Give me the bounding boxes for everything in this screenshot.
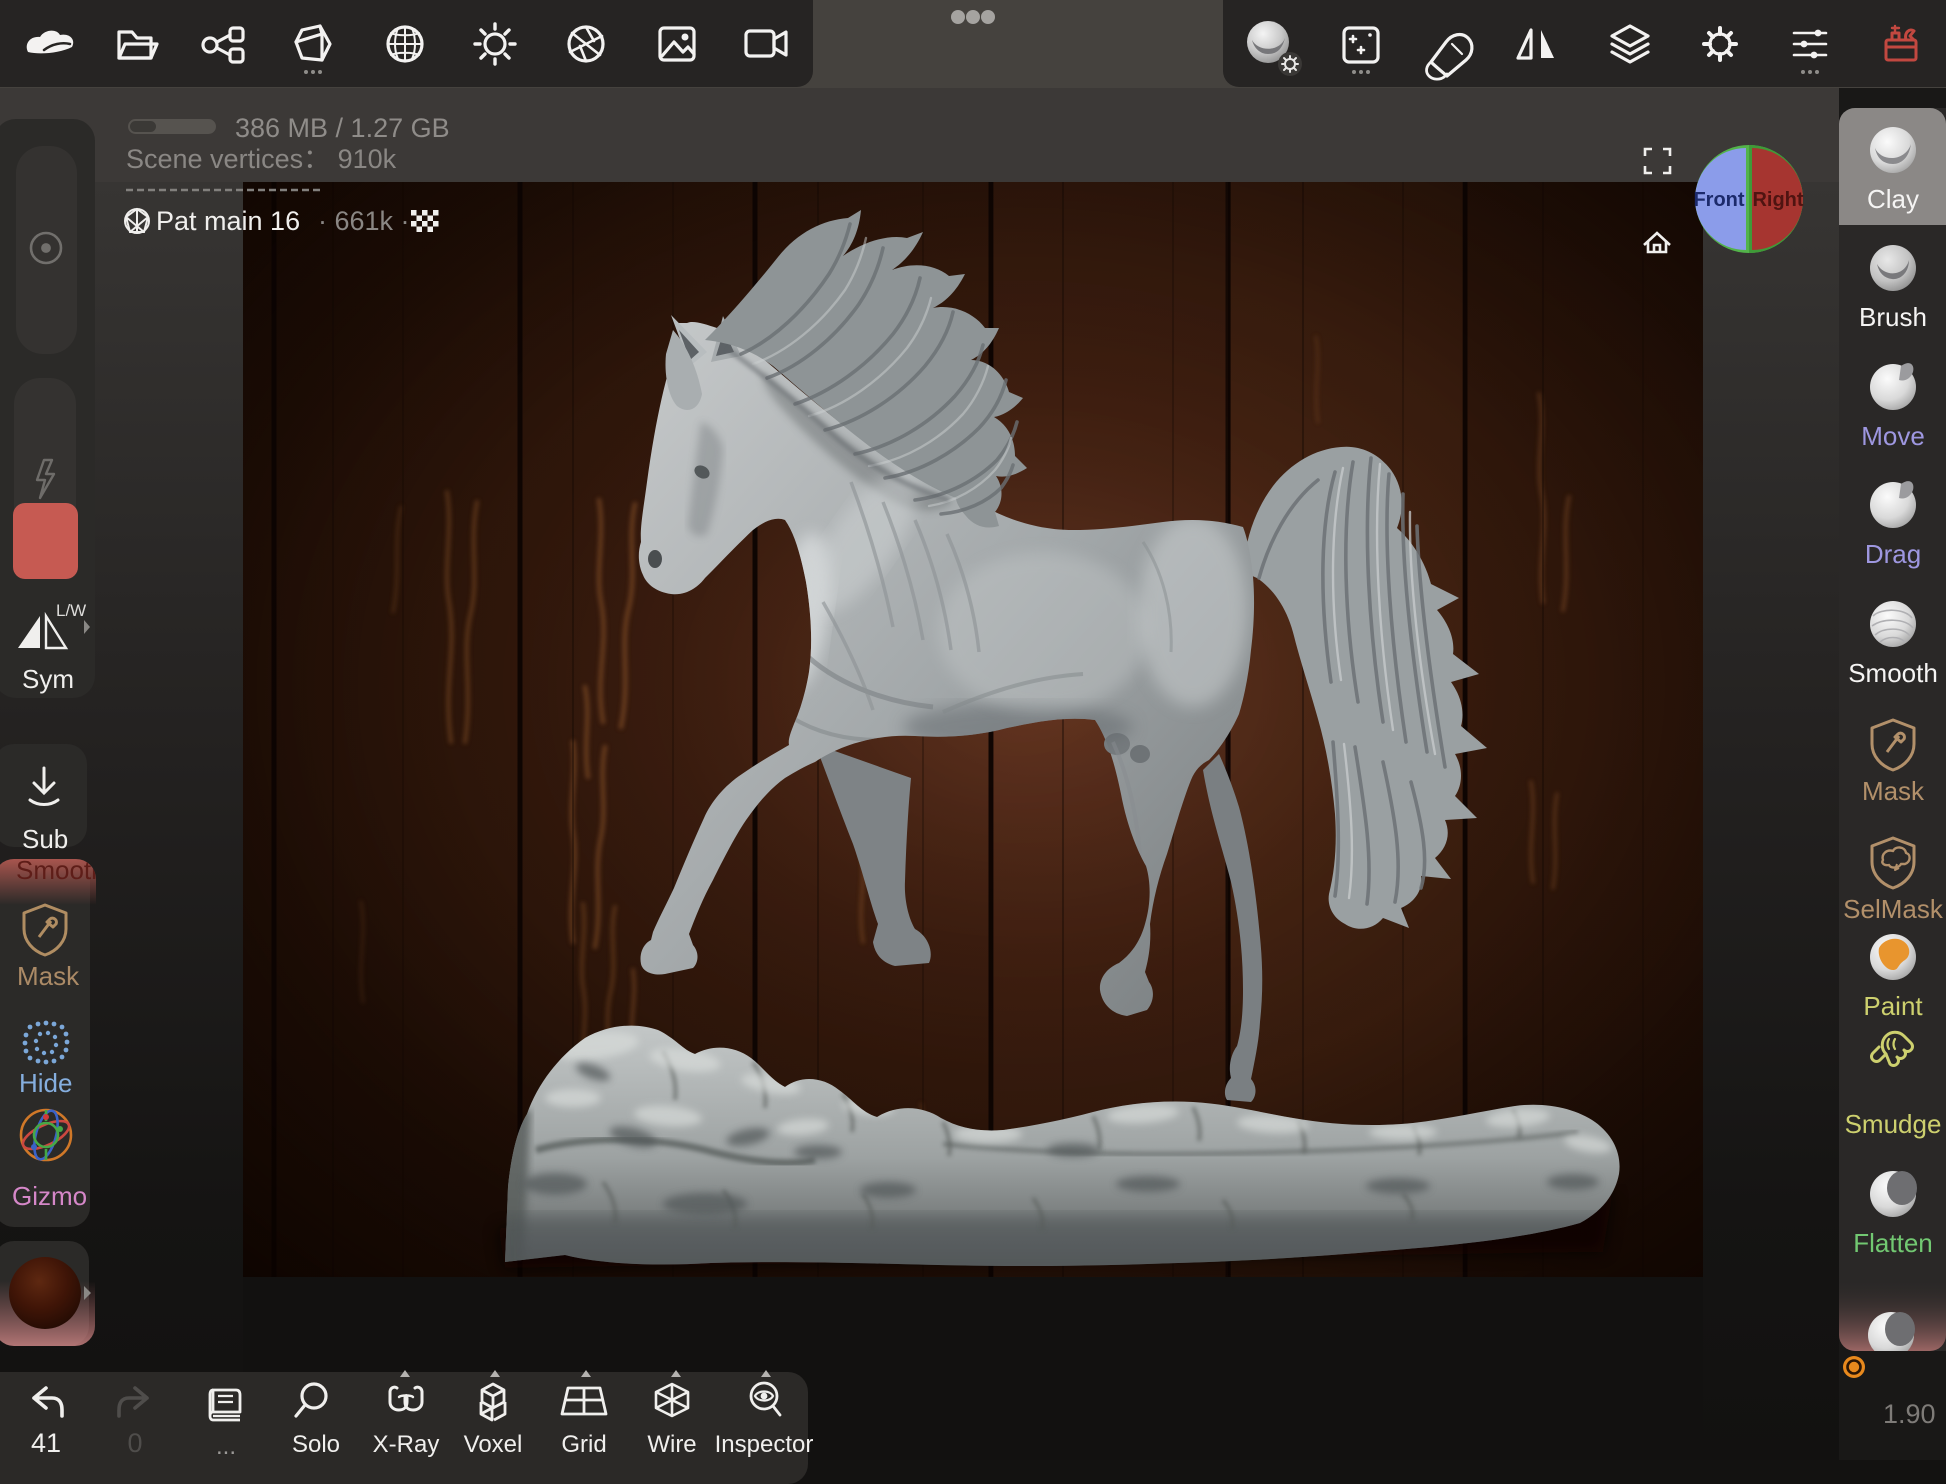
svg-text:41: 41 [31,1428,61,1458]
svg-text:0: 0 [127,1428,142,1458]
svg-text:X-Ray: X-Ray [373,1431,440,1458]
svg-text:Flatten: Flatten [1853,1228,1933,1258]
svg-text:Smudge: Smudge [1845,1109,1942,1139]
svg-text:Front: Front [1693,189,1744,211]
svg-text:1.90: 1.90 [1883,1399,1936,1429]
svg-text:Voxel: Voxel [464,1431,523,1458]
svg-text:Sub: Sub [22,824,68,854]
svg-text:Sym: Sym [22,664,74,694]
svg-text:...: ... [216,1433,236,1460]
svg-text:Solo: Solo [292,1431,340,1458]
svg-text:Scene vertices： 910k: Scene vertices： 910k [126,144,397,174]
svg-text:Smooth: Smooth [1848,658,1938,688]
svg-text:Mask: Mask [17,961,80,991]
svg-text:Wire: Wire [647,1431,696,1458]
svg-text:SelMask: SelMask [1843,894,1944,924]
svg-text:Paint: Paint [1863,991,1923,1021]
svg-text:Drag: Drag [1865,539,1921,569]
svg-text:Pat main 16: Pat main 16 [156,206,300,236]
svg-text:Move: Move [1861,421,1925,451]
svg-text:L/W: L/W [56,601,86,620]
svg-text:Smooth: Smooth [16,859,100,885]
svg-text:· 661k ·: · 661k · [318,206,410,236]
svg-text:Inspector: Inspector [715,1431,814,1458]
svg-text:Grid: Grid [561,1431,606,1458]
svg-text:Mask: Mask [1862,776,1925,806]
svg-text:Brush: Brush [1859,302,1927,332]
svg-text:Gizmo: Gizmo [12,1181,87,1211]
svg-text:Clay: Clay [1867,184,1919,214]
svg-text:386 MB / 1.27 GB: 386 MB / 1.27 GB [235,113,450,143]
svg-text:Right: Right [1752,189,1803,211]
svg-text:Hide: Hide [19,1068,72,1098]
